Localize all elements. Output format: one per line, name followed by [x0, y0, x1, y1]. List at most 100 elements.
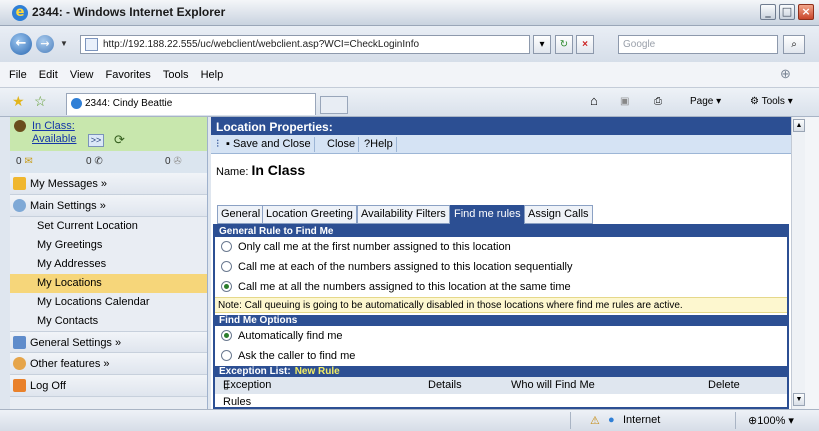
status-expand-button[interactable]: >> — [88, 134, 104, 147]
save-and-close-label: Save and Close — [232, 138, 311, 150]
menu-favorites[interactable]: Favorites — [106, 69, 151, 81]
rule-option-sequential[interactable]: Call me at each of the numbers assigned … — [215, 257, 787, 277]
status-divider — [570, 412, 571, 429]
tools-menu-label: Tools — [761, 96, 785, 107]
tools-menu[interactable]: ⚙ Tools ▾ — [750, 96, 793, 107]
find-me-ask-caller-label: Ask the caller to find me — [238, 350, 356, 362]
scroll-up-icon[interactable]: ▲ — [793, 119, 805, 132]
window-title: 2344: - Windows Internet Explorer — [32, 5, 226, 19]
add-favorites-icon[interactable]: ☆ — [34, 93, 47, 110]
rule-option-same-time[interactable]: Call me at all the numbers assigned to t… — [215, 277, 787, 297]
forward-button[interactable]: → — [36, 35, 54, 53]
tab-general[interactable]: General — [217, 205, 265, 224]
fax-count-value: 0 — [165, 156, 171, 167]
find-me-automatic[interactable]: Automatically find me — [215, 326, 787, 346]
name-row: Name: In Class — [211, 154, 791, 184]
internet-globe-icon: ● — [608, 414, 615, 426]
nav-my-contacts[interactable]: My Contacts — [10, 312, 207, 331]
save-and-close-button[interactable]: ▪ Save and Close — [223, 137, 315, 152]
status-availability-link[interactable]: Available — [32, 133, 76, 145]
find-me-ask-caller[interactable]: Ask the caller to find me — [215, 346, 787, 366]
menu-view[interactable]: View — [70, 69, 94, 81]
nav-main-settings[interactable]: Main Settings » — [10, 195, 207, 217]
links-icon[interactable]: ⊕ — [780, 66, 791, 82]
nav-other-features[interactable]: Other features » — [10, 353, 207, 375]
radio-ask-caller[interactable] — [221, 350, 232, 361]
close-button[interactable]: Close — [324, 137, 360, 152]
radio-same-time[interactable] — [221, 281, 232, 292]
tab-assign-calls[interactable]: Assign Calls — [524, 205, 593, 224]
scroll-down-icon[interactable]: ▼ — [793, 393, 805, 406]
menu-edit[interactable]: Edit — [39, 69, 58, 81]
col-who-will-find-me: Who will Find Me — [511, 379, 595, 391]
radio-first-number[interactable] — [221, 241, 232, 252]
new-tab-button[interactable] — [320, 96, 348, 114]
feeds-icon[interactable]: ▣ — [620, 96, 629, 107]
tab-availability-filters[interactable]: Availability Filters — [357, 205, 450, 224]
print-icon[interactable]: ⎙ — [654, 96, 662, 107]
page-menu[interactable]: Page ▾ — [690, 96, 721, 107]
nav-my-messages-label: My Messages » — [30, 178, 108, 190]
col-exception-rules-label: Exception Rules — [223, 379, 272, 408]
nav-my-locations[interactable]: My Locations — [10, 274, 207, 293]
tab-location-greeting[interactable]: Location Greeting — [262, 205, 357, 224]
page-menu-label: Page — [690, 96, 714, 107]
tab-find-me-rules[interactable]: Find me rules — [450, 205, 525, 224]
nav-my-contacts-label: My Contacts — [37, 315, 99, 327]
col-details: Details — [428, 379, 462, 391]
favorites-star-icon[interactable]: ★ — [12, 93, 25, 110]
search-input[interactable]: Google — [618, 35, 778, 54]
new-rule-link[interactable]: New Rule — [295, 366, 340, 377]
zoom-control[interactable]: ⊕100% ▾ — [748, 414, 794, 427]
stop-button[interactable]: × — [576, 35, 594, 54]
address-url: http://192.188.22.555/uc/webclient/webcl… — [103, 39, 420, 50]
nav-my-locations-calendar[interactable]: My Locations Calendar — [10, 293, 207, 312]
nav-my-greetings[interactable]: My Greetings — [10, 236, 207, 255]
nav-log-off[interactable]: Log Off — [10, 375, 207, 397]
name-label: Name: — [216, 166, 249, 178]
status-location-link[interactable]: In Class: — [32, 120, 75, 132]
location-name: In Class — [251, 162, 306, 178]
menu-file[interactable]: File — [9, 69, 27, 81]
help-label: Help — [370, 138, 393, 150]
radio-sequential[interactable] — [221, 261, 232, 272]
nav-set-current-location-label: Set Current Location — [37, 220, 138, 232]
find-me-rules-panel: General Rule to Find Me Only call me at … — [213, 224, 789, 409]
radio-automatic[interactable] — [221, 330, 232, 341]
history-dropdown-icon[interactable]: ▼ — [60, 39, 68, 48]
page-icon — [85, 38, 98, 51]
col-delete: Delete — [708, 379, 740, 391]
menu-help[interactable]: Help — [201, 69, 224, 81]
nav-log-off-label: Log Off — [30, 380, 66, 392]
minimize-button[interactable]: _ — [760, 4, 776, 20]
close-window-button[interactable]: × — [798, 4, 814, 20]
nav-set-current-location[interactable]: Set Current Location — [10, 217, 207, 236]
search-button[interactable]: ⌕ — [783, 35, 805, 54]
address-toolbar: ← → ▼ http://192.188.22.555/uc/webclient… — [0, 26, 819, 62]
maximize-button[interactable]: □ — [779, 4, 795, 20]
back-button[interactable]: ← — [10, 33, 32, 55]
nav-my-messages[interactable]: My Messages » — [10, 173, 207, 195]
home-icon[interactable]: ⌂ — [590, 93, 598, 108]
content-scrollbar[interactable]: ▲ ▼ — [791, 117, 805, 409]
address-dropdown-button[interactable]: ▾ — [533, 35, 551, 54]
find-me-options-header: Find Me Options — [215, 315, 787, 326]
toolbar-grip-icon: ⁝ — [216, 138, 220, 150]
exception-list-label: Exception List: — [219, 366, 291, 377]
main-content: Location Properties: ⁝ ▪ Save and Close … — [211, 117, 791, 409]
rule-option-sequential-label: Call me at each of the numbers assigned … — [238, 261, 573, 273]
browser-tab[interactable]: 2344: Cindy Beattie — [66, 93, 316, 115]
protected-mode-icon: ⚠ — [590, 415, 600, 427]
refresh-status-icon[interactable]: ⟳ — [114, 132, 125, 148]
rule-option-first-number[interactable]: Only call me at the first number assigne… — [215, 237, 787, 257]
nav-general-settings[interactable]: General Settings » — [10, 331, 207, 353]
menu-tools[interactable]: Tools — [163, 69, 189, 81]
refresh-button[interactable]: ↻ — [555, 35, 573, 54]
zoom-level: 100% — [757, 415, 786, 427]
menu-bar: File Edit View Favorites Tools Help ⊕ — [0, 62, 819, 88]
help-button[interactable]: ?Help — [361, 137, 397, 152]
browser-window: e 2344: - Windows Internet Explorer _ □ … — [0, 0, 819, 431]
nav-my-addresses[interactable]: My Addresses — [10, 255, 207, 274]
page-scrollbar[interactable] — [805, 117, 819, 409]
address-field[interactable]: http://192.188.22.555/uc/webclient/webcl… — [80, 35, 530, 54]
